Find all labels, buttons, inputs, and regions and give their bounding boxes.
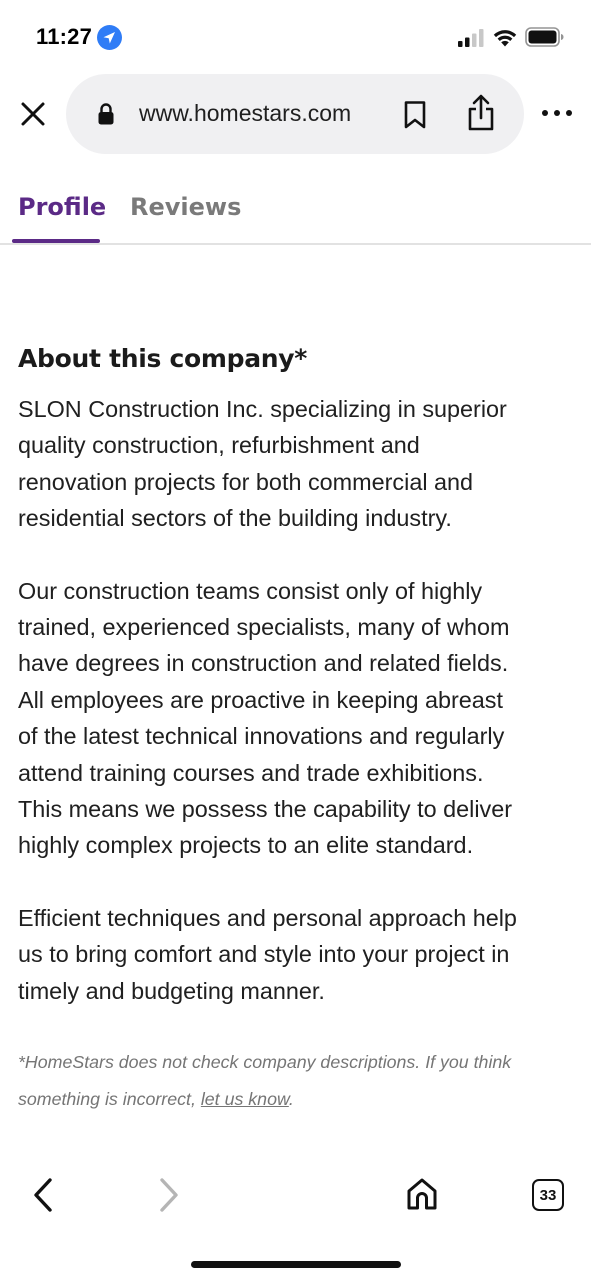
cellular-signal-icon xyxy=(458,29,484,47)
chevron-left-icon xyxy=(34,1178,52,1212)
tab-reviews[interactable]: Reviews xyxy=(130,193,241,221)
wifi-icon xyxy=(493,30,517,47)
about-description: SLON Construction Inc. specializing in s… xyxy=(18,391,578,1009)
location-arrow-icon xyxy=(97,25,122,50)
url-text[interactable]: www.homestars.com xyxy=(139,100,351,127)
share-icon[interactable] xyxy=(466,94,496,132)
tabs-button[interactable]: 33 xyxy=(532,1179,564,1211)
home-indicator xyxy=(191,1261,401,1268)
about-paragraph: Our construction teams consist only of h… xyxy=(18,577,513,859)
close-icon xyxy=(21,102,45,126)
tabs-divider xyxy=(0,243,591,245)
more-icon[interactable] xyxy=(540,102,574,124)
bookmark-icon[interactable] xyxy=(402,100,428,130)
tab-profile[interactable]: Profile xyxy=(18,193,106,221)
battery-icon xyxy=(525,27,564,47)
status-time: 11:27 xyxy=(36,24,93,49)
home-button[interactable] xyxy=(404,1176,440,1212)
let-us-know-link[interactable]: let us know xyxy=(201,1089,289,1109)
about-paragraph: SLON Construction Inc. specializing in s… xyxy=(18,396,507,532)
chevron-right-icon xyxy=(160,1178,178,1212)
tab-count: 33 xyxy=(539,1186,557,1204)
disclaimer-end: . xyxy=(288,1089,294,1109)
forward-button[interactable] xyxy=(152,1174,186,1216)
disclaimer: *HomeStars does not check company descri… xyxy=(18,1044,578,1118)
about-paragraph: Efficient techniques and personal approa… xyxy=(18,904,517,1004)
lock-icon xyxy=(98,103,114,125)
status-bar: 11:27 xyxy=(0,0,591,70)
home-icon xyxy=(407,1178,437,1210)
about-heading: About this company* xyxy=(18,344,308,373)
back-button[interactable] xyxy=(26,1174,60,1216)
close-button[interactable] xyxy=(18,99,48,129)
